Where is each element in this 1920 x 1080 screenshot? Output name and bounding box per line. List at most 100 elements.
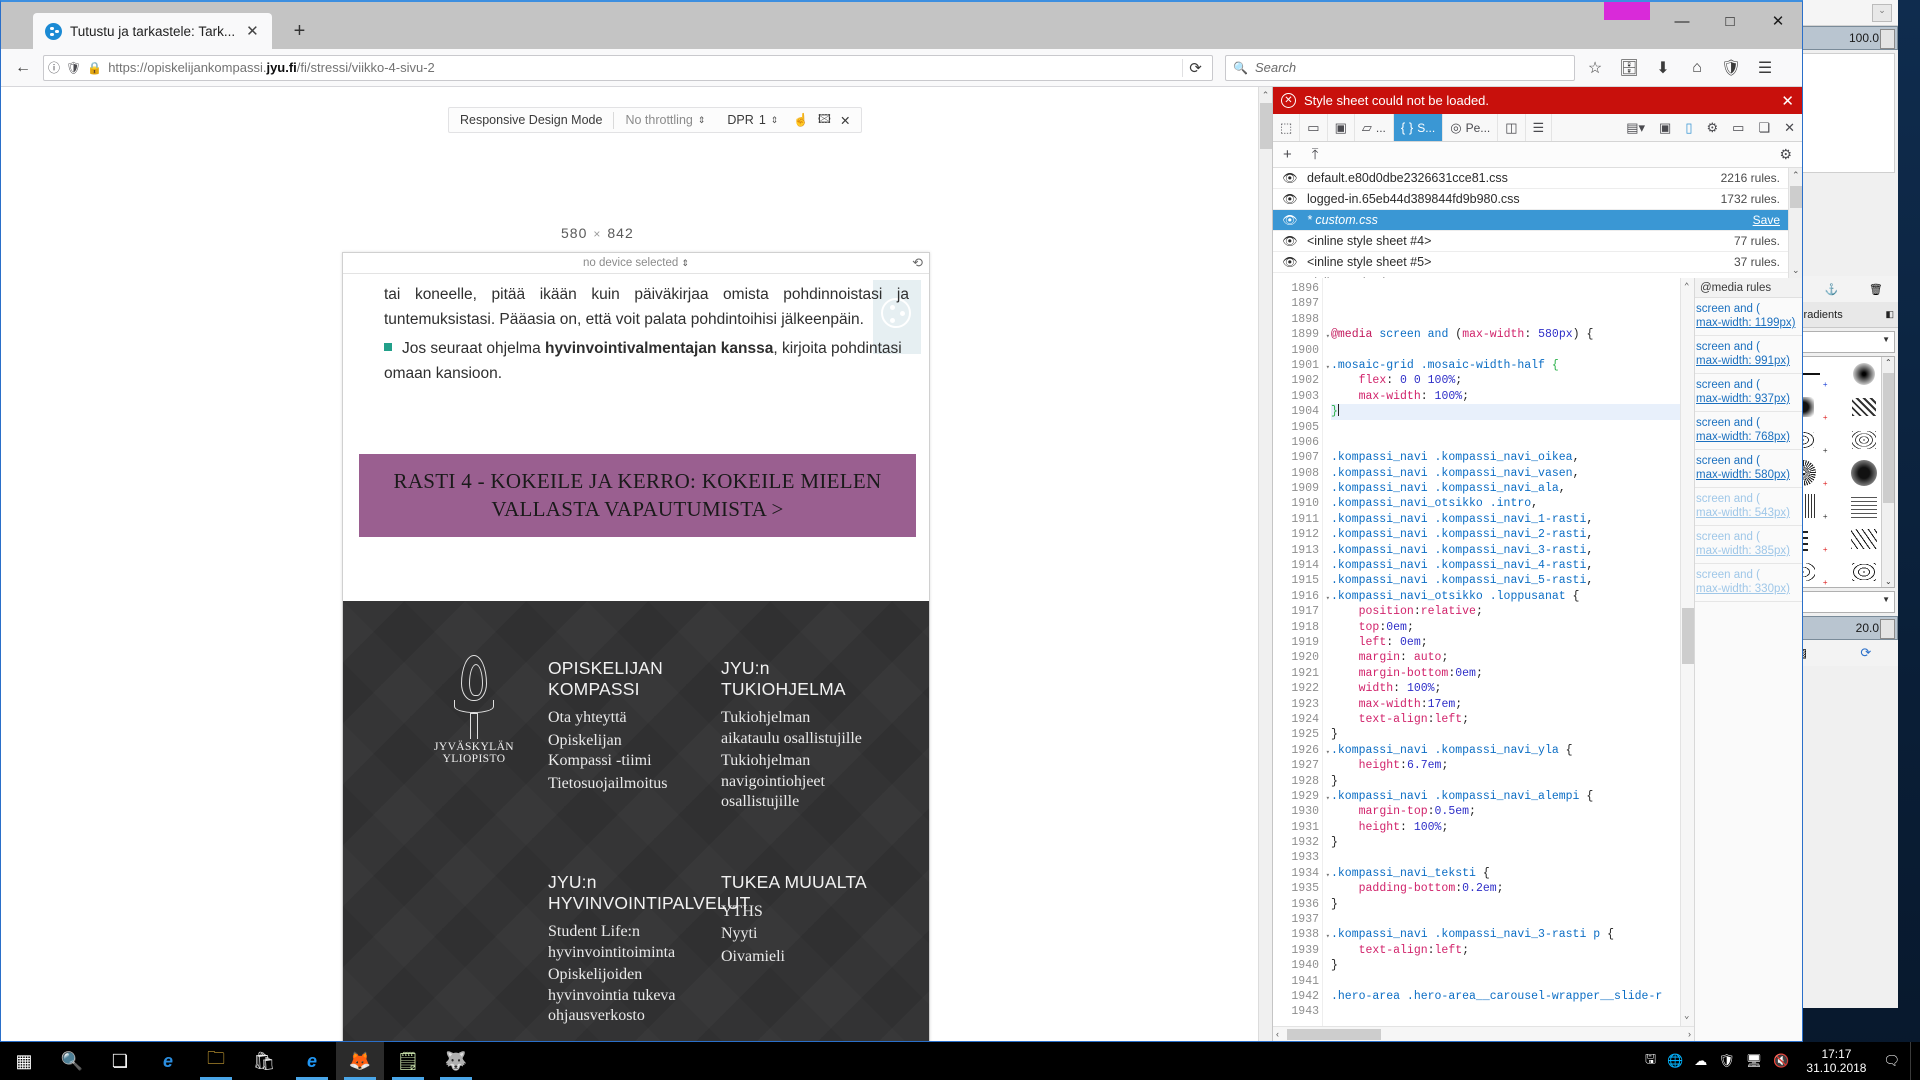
- stylesheet-save-link[interactable]: Save: [1753, 213, 1780, 227]
- code-line[interactable]: [1331, 312, 1680, 327]
- code-line[interactable]: .kompassi_navi .kompassi_navi_1-rasti,: [1331, 512, 1680, 527]
- code-line[interactable]: [1331, 281, 1680, 296]
- start-button[interactable]: ▦: [0, 1042, 48, 1080]
- media-rule-item[interactable]: screen and (max-width: 580px): [1695, 450, 1802, 488]
- code-scroll-thumb[interactable]: [1682, 608, 1694, 664]
- code-line[interactable]: text-align:left;: [1331, 943, 1680, 958]
- maximize-button[interactable]: □: [1706, 2, 1754, 40]
- css-code-editor[interactable]: 1896 1897 1898 1899 ▾ 1900 1901 ▾ 1902 1903 1904 19…: [1273, 278, 1694, 1026]
- tab-performance[interactable]: ◎ Pe...: [1443, 114, 1499, 141]
- usb-icon[interactable]: 🖫: [1645, 1050, 1656, 1072]
- visibility-eye-icon[interactable]: 👁: [1273, 192, 1307, 206]
- media-rule-item[interactable]: screen and (max-width: 330px): [1695, 564, 1802, 602]
- code-line[interactable]: left: 0em;: [1331, 635, 1680, 650]
- taskbar-gimp[interactable]: 🐺: [432, 1042, 480, 1080]
- rdm-dpr-value[interactable]: 1: [759, 113, 766, 127]
- taskbar-firefox[interactable]: 🦊: [336, 1042, 384, 1080]
- page-scroll-thumb[interactable]: [1259, 103, 1272, 149]
- code-line[interactable]: .hero-area .hero-area__carousel-wrapper_…: [1331, 989, 1680, 1004]
- back-button[interactable]: ←: [9, 54, 37, 82]
- scroll-down-icon[interactable]: ⌄: [1684, 1009, 1689, 1024]
- footer-link[interactable]: Opiskelijan Kompassi -tiimi: [548, 731, 681, 772]
- rdm-dpr-control[interactable]: DPR 1 ⇕: [716, 108, 789, 132]
- stylesheet-row[interactable]: 👁 default.e80d0dbe2326631cce81.css 2216 …: [1273, 168, 1788, 189]
- code-line[interactable]: [1331, 296, 1680, 311]
- code-line[interactable]: .kompassi_navi .kompassi_navi_vasen,: [1331, 466, 1680, 481]
- tab-rdm-toggle[interactable]: ▯: [1678, 114, 1699, 141]
- stylesheet-scroll-thumb[interactable]: [1790, 186, 1802, 208]
- footer-link[interactable]: Student Life:n hyvinvointitoiminta: [548, 922, 708, 963]
- action-center-icon[interactable]: 🗨: [1883, 1053, 1900, 1069]
- code-line[interactable]: .kompassi_navi_teksti {: [1331, 866, 1680, 881]
- system-tray[interactable]: 🖫 🌐 ☁ 🛡 🖥 🔇 17:17 31.10.2018 🗨: [1645, 1047, 1910, 1075]
- code-vertical-scrollbar[interactable]: ⌃ ⌄: [1680, 278, 1694, 1026]
- tab-storage[interactable]: ▤▾: [1619, 114, 1652, 141]
- tab-inspector[interactable]: ▭: [1300, 114, 1328, 141]
- code-line[interactable]: }: [1331, 774, 1680, 789]
- code-line[interactable]: .mosaic-grid .mosaic-width-half {: [1331, 358, 1680, 373]
- rdm-viewport[interactable]: no device selected ⇕ ⟲ tai koneelle, pit…: [342, 252, 930, 1041]
- code-line[interactable]: height:6.7em;: [1331, 758, 1680, 773]
- downloads-icon[interactable]: ⬇: [1649, 54, 1677, 82]
- page-info-icon[interactable]: ⓘ: [48, 59, 60, 76]
- devtools-settings[interactable]: ⚙: [1699, 114, 1725, 141]
- chevron-updown-icon[interactable]: ⇕: [771, 115, 779, 126]
- new-tab-button[interactable]: +: [286, 20, 314, 43]
- tab-network[interactable]: ☰: [1526, 114, 1553, 141]
- gimp-collapse-icon[interactable]: ⌄: [1872, 3, 1892, 22]
- tab-accessibility[interactable]: ▣: [1652, 114, 1678, 141]
- code-line[interactable]: .kompassi_navi .kompassi_navi_5-rasti,: [1331, 573, 1680, 588]
- onedrive-icon[interactable]: ☁: [1694, 1053, 1707, 1069]
- code-line[interactable]: padding-bottom:0.2em;: [1331, 881, 1680, 896]
- page-scrollbar[interactable]: ⌃: [1258, 87, 1272, 1041]
- dock-bottom-button[interactable]: ▭: [1725, 114, 1751, 141]
- code-line[interactable]: [1331, 912, 1680, 927]
- tracking-shield-icon[interactable]: 🛡: [66, 61, 81, 75]
- windows-taskbar[interactable]: ▦ 🔍 ❏ e 🗀 🛍 e 🦊 🗒 🐺 🖫 🌐 ☁ 🛡 🖥 🔇 17:17 31…: [0, 1042, 1920, 1080]
- home-icon[interactable]: ⌂: [1683, 54, 1711, 82]
- code-line[interactable]: }: [1331, 958, 1680, 973]
- code-line[interactable]: top:0em;: [1331, 620, 1680, 635]
- media-rule-item[interactable]: screen and (max-width: 937px): [1695, 374, 1802, 412]
- footer-link[interactable]: YTHS: [721, 902, 871, 922]
- code-line[interactable]: width: 100%;: [1331, 681, 1680, 696]
- code-line[interactable]: height: 100%;: [1331, 820, 1680, 835]
- code-line[interactable]: .kompassi_navi .kompassi_navi_4-rasti,: [1331, 558, 1680, 573]
- footer-link[interactable]: Tietosuojailmoitus: [548, 774, 681, 794]
- show-desktop-button[interactable]: [1910, 1042, 1920, 1080]
- code-line[interactable]: }: [1331, 727, 1680, 742]
- footer-link[interactable]: Tukiohjelman aikataulu osallistujille: [721, 708, 871, 749]
- visibility-eye-icon[interactable]: 👁: [1273, 171, 1307, 185]
- taskbar-internet-explorer[interactable]: e: [288, 1042, 336, 1080]
- style-editor-settings-icon[interactable]: ⚙: [1779, 146, 1792, 163]
- taskbar-store[interactable]: 🛍: [240, 1042, 288, 1080]
- code-line[interactable]: .kompassi_navi .kompassi_navi_2-rasti,: [1331, 527, 1680, 542]
- code-line[interactable]: }: [1331, 835, 1680, 850]
- minimize-button[interactable]: ―: [1658, 2, 1706, 40]
- volume-muted-icon[interactable]: 🔇: [1773, 1053, 1789, 1069]
- tab-close-icon[interactable]: ✕: [243, 22, 262, 40]
- rdm-device-selector-bar[interactable]: no device selected ⇕ ⟲: [343, 253, 929, 274]
- code-line[interactable]: [1331, 435, 1680, 450]
- media-rule-item[interactable]: screen and (max-width: 991px): [1695, 336, 1802, 374]
- code-line[interactable]: margin: auto;: [1331, 650, 1680, 665]
- tab-debugger[interactable]: ▱...: [1355, 114, 1394, 141]
- code-line[interactable]: .kompassi_navi_otsikko .loppusanat {: [1331, 589, 1680, 604]
- code-line[interactable]: .kompassi_navi .kompassi_navi_alempi {: [1331, 789, 1680, 804]
- tab-inspector-picker[interactable]: ⬚: [1273, 114, 1301, 141]
- bookmark-star-icon[interactable]: ☆: [1581, 54, 1609, 82]
- code-line[interactable]: [1331, 343, 1680, 358]
- stylesheet-list[interactable]: 👁 default.e80d0dbe2326631cce81.css 2216 …: [1273, 168, 1802, 278]
- code-line[interactable]: .kompassi_navi_otsikko .intro,: [1331, 496, 1680, 511]
- stylesheet-list-scrollbar[interactable]: ⌃ ⌄: [1788, 168, 1802, 278]
- reload-icon[interactable]: ⟳: [1182, 58, 1208, 77]
- task-view-button[interactable]: ❏: [96, 1042, 144, 1080]
- import-stylesheet-icon[interactable]: ⤒: [1312, 146, 1319, 163]
- visibility-eye-icon[interactable]: 👁: [1273, 234, 1307, 248]
- chevron-updown-icon[interactable]: ⇕: [698, 115, 706, 126]
- rdm-height-value[interactable]: 842: [607, 225, 633, 241]
- scroll-up-icon[interactable]: ⌃: [1684, 280, 1689, 295]
- stylesheet-row[interactable]: 👁 logged-in.65eb44d389844fd9b980.css 173…: [1273, 189, 1788, 210]
- screenshot-icon[interactable]: 🖾: [818, 110, 831, 131]
- media-rule-item[interactable]: screen and (max-width: 768px): [1695, 412, 1802, 450]
